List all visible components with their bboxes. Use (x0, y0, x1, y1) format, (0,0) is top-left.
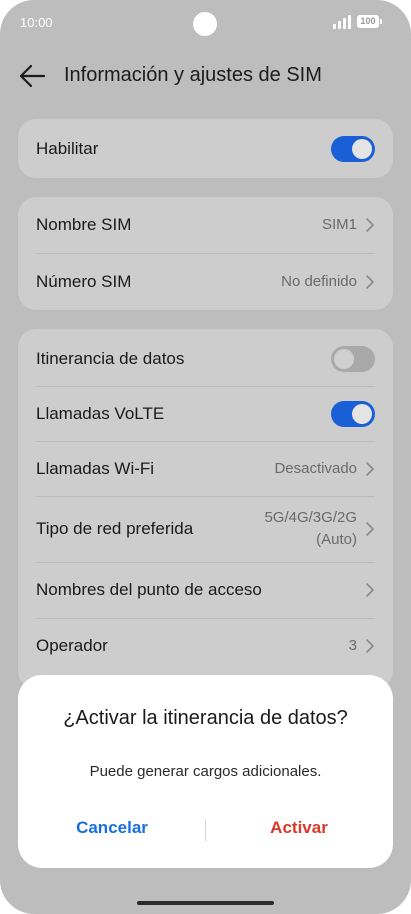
sim-number-label: Número SIM (36, 272, 132, 291)
volte-row[interactable]: Llamadas VoLTE (36, 386, 375, 441)
phone-screen: 10:00 100 Información y ajustes de SIM H… (0, 0, 411, 914)
sim-name-label: Nombre SIM (36, 215, 132, 234)
enable-toggle[interactable] (331, 135, 375, 162)
status-time: 10:00 (20, 15, 53, 30)
volte-label: Llamadas VoLTE (36, 403, 165, 423)
sim-name-row[interactable]: Nombre SIM SIM1 (36, 197, 375, 253)
enable-card: Habilitar (18, 119, 393, 178)
sim-settings-card: Itinerancia de datos Llamadas VoLTE Llam… (18, 329, 393, 689)
front-camera (193, 12, 217, 36)
operator-row[interactable]: Operador 3 (36, 618, 375, 674)
apn-label: Nombres del punto de acceso (36, 580, 262, 599)
roaming-dialog: ¿Activar la itinerancia de datos? Puede … (18, 675, 393, 868)
dialog-message: Puede generar cargos adicionales. (89, 763, 322, 780)
sim-number-row[interactable]: Número SIM No definido (36, 254, 375, 310)
home-indicator[interactable] (137, 901, 274, 905)
roaming-toggle[interactable] (331, 346, 375, 372)
dialog-title: ¿Activar la itinerancia de datos? (63, 707, 348, 729)
chevron-right-icon (366, 639, 374, 653)
sim-name-value: SIM1 (321, 216, 357, 233)
chevron-right-icon (366, 275, 374, 289)
operator-value: 3 (348, 637, 357, 654)
volte-toggle[interactable] (331, 400, 375, 427)
sim-number-value: No definido (281, 273, 357, 290)
roaming-row[interactable]: Itinerancia de datos (36, 331, 375, 387)
enable-row[interactable]: Habilitar (36, 119, 375, 178)
wifi-calls-label: Llamadas Wi-Fi (36, 458, 155, 478)
chevron-right-icon (366, 522, 374, 536)
activate-button[interactable]: Activar (205, 818, 393, 838)
chevron-right-icon (366, 461, 374, 476)
back-arrow-icon[interactable] (18, 63, 46, 89)
operator-label: Operador (36, 636, 108, 655)
signal-icon (333, 15, 353, 29)
network-type-label: Tipo de red preferida (36, 519, 194, 538)
wifi-calls-row[interactable]: Llamadas Wi-Fi Desactivado (36, 441, 375, 496)
network-type-value-line1: 5G/4G/3G/2G (264, 509, 357, 526)
sim-info-card: Nombre SIM SIM1 Número SIM No definido (18, 197, 393, 310)
cancel-button[interactable]: Cancelar (18, 818, 206, 838)
network-type-row[interactable]: Tipo de red preferida 5G/4G/3G/2G (Auto) (36, 496, 375, 562)
chevron-right-icon (366, 583, 374, 597)
chevron-right-icon (366, 218, 374, 232)
network-type-value: 5G/4G/3G/2G (Auto) (264, 507, 357, 551)
roaming-label: Itinerancia de datos (36, 349, 185, 368)
apn-row[interactable]: Nombres del punto de acceso (36, 562, 375, 618)
enable-label: Habilitar (36, 138, 99, 158)
network-type-value-line2: (Auto) (316, 531, 357, 548)
page-title: Información y ajustes de SIM (64, 64, 322, 86)
battery-icon: 100 (357, 15, 382, 28)
wifi-calls-value: Desactivado (274, 459, 357, 477)
